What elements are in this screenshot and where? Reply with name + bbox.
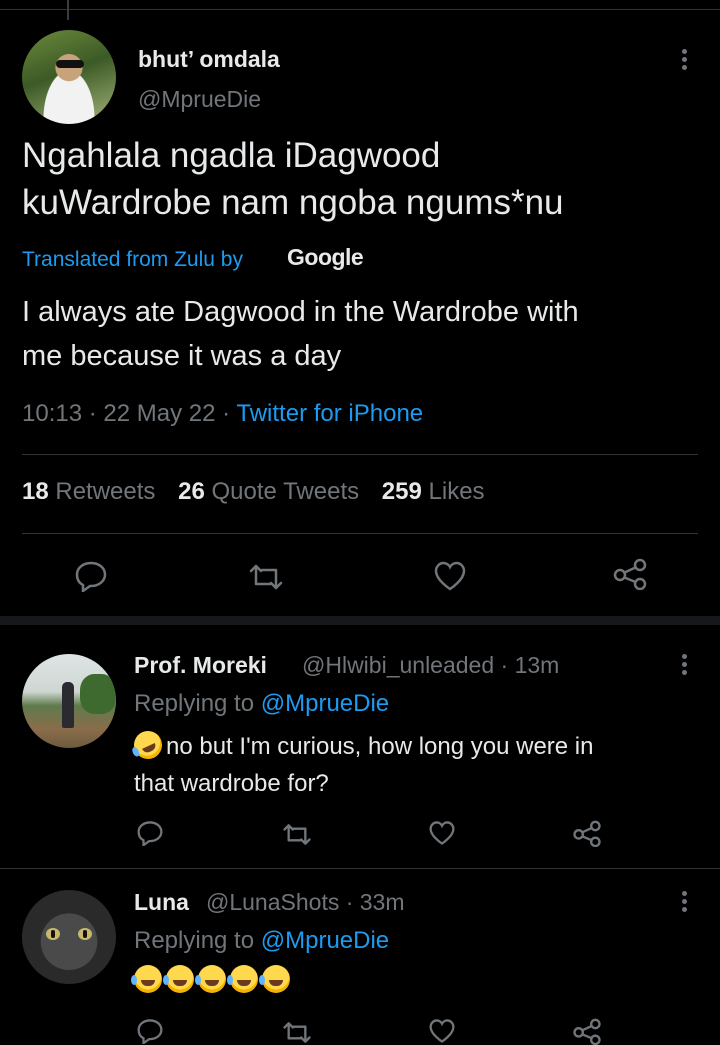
translated-label[interactable]: Translated from Zulu by (22, 248, 243, 272)
tears-of-joy-emoji-icon (259, 965, 290, 993)
reply-icon[interactable] (136, 1018, 164, 1044)
share-icon[interactable] (572, 820, 602, 847)
share-icon[interactable] (612, 558, 648, 590)
reply-icon[interactable] (136, 820, 164, 846)
more-options-icon[interactable] (682, 891, 688, 915)
author-handle[interactable]: @MprueDie (138, 86, 261, 113)
reply-author-name[interactable]: Luna (134, 889, 189, 916)
retweet-icon[interactable] (282, 822, 312, 847)
reply-icon[interactable] (74, 560, 108, 592)
divider (22, 454, 698, 455)
reply-text-line-2: that wardrobe for? (134, 770, 329, 797)
tears-of-joy-emoji-icon (131, 965, 162, 993)
like-icon[interactable] (428, 820, 456, 846)
thread-connector (67, 0, 69, 20)
like-icon[interactable] (428, 1018, 456, 1044)
translation-line-2: me because it was a day (22, 340, 342, 372)
tweet-time[interactable]: 10:13 (22, 400, 82, 427)
more-options-icon[interactable] (682, 654, 688, 678)
engagement-stats: 18 Retweets 26 Quote Tweets 259 Likes (22, 478, 501, 506)
retweet-icon[interactable] (248, 562, 284, 592)
like-icon[interactable] (433, 560, 467, 592)
divider (0, 868, 720, 869)
tears-of-joy-emoji-icon (195, 965, 226, 993)
reply-text-line-1: no but I'm curious, how long you were in (129, 726, 694, 765)
tears-of-joy-emoji-icon (163, 965, 194, 993)
divider (22, 533, 698, 534)
tweet-text-line-1: Ngahlala ngadla iDagwood (22, 136, 441, 175)
translation-line-1: I always ate Dagwood in the Wardrobe wit… (22, 296, 579, 328)
translator-logo: Google (287, 244, 364, 270)
quotes-stat[interactable]: 26 Quote Tweets (178, 478, 359, 505)
avatar[interactable] (22, 890, 116, 984)
tweet-date[interactable]: 22 May 22 (103, 400, 215, 427)
reply-handle-time[interactable]: @Hlwibi_unleaded · 13m (302, 652, 559, 679)
share-icon[interactable] (572, 1018, 602, 1045)
reply-emoji-row (131, 962, 694, 999)
replying-to-handle[interactable]: @MprueDie (261, 927, 389, 954)
more-options-icon[interactable] (682, 49, 688, 73)
avatar[interactable] (22, 30, 116, 124)
reply-handle-time[interactable]: @LunaShots · 33m (206, 889, 405, 916)
tweet-source[interactable]: Twitter for iPhone (236, 400, 423, 427)
avatar[interactable] (22, 654, 116, 748)
likes-stat[interactable]: 259 Likes (382, 478, 485, 505)
tweet-text-line-2: kuWardrobe nam ngoba ngums*nu (22, 183, 564, 222)
tweet-meta: 10:13 · 22 May 22 · Twitter for iPhone (22, 400, 424, 427)
replying-to: Replying to @MprueDie (134, 927, 390, 954)
retweets-stat[interactable]: 18 Retweets (22, 478, 155, 505)
rolling-laughing-emoji-icon (129, 726, 167, 764)
replying-to: Replying to @MprueDie (134, 690, 390, 717)
top-divider (0, 9, 720, 10)
section-separator (0, 616, 720, 625)
replying-to-handle[interactable]: @MprueDie (261, 690, 389, 717)
retweet-icon[interactable] (282, 1020, 312, 1045)
tears-of-joy-emoji-icon (227, 965, 258, 993)
reply-author-name[interactable]: Prof. Moreki (134, 652, 267, 679)
author-name[interactable]: bhut’ omdala (138, 46, 280, 73)
